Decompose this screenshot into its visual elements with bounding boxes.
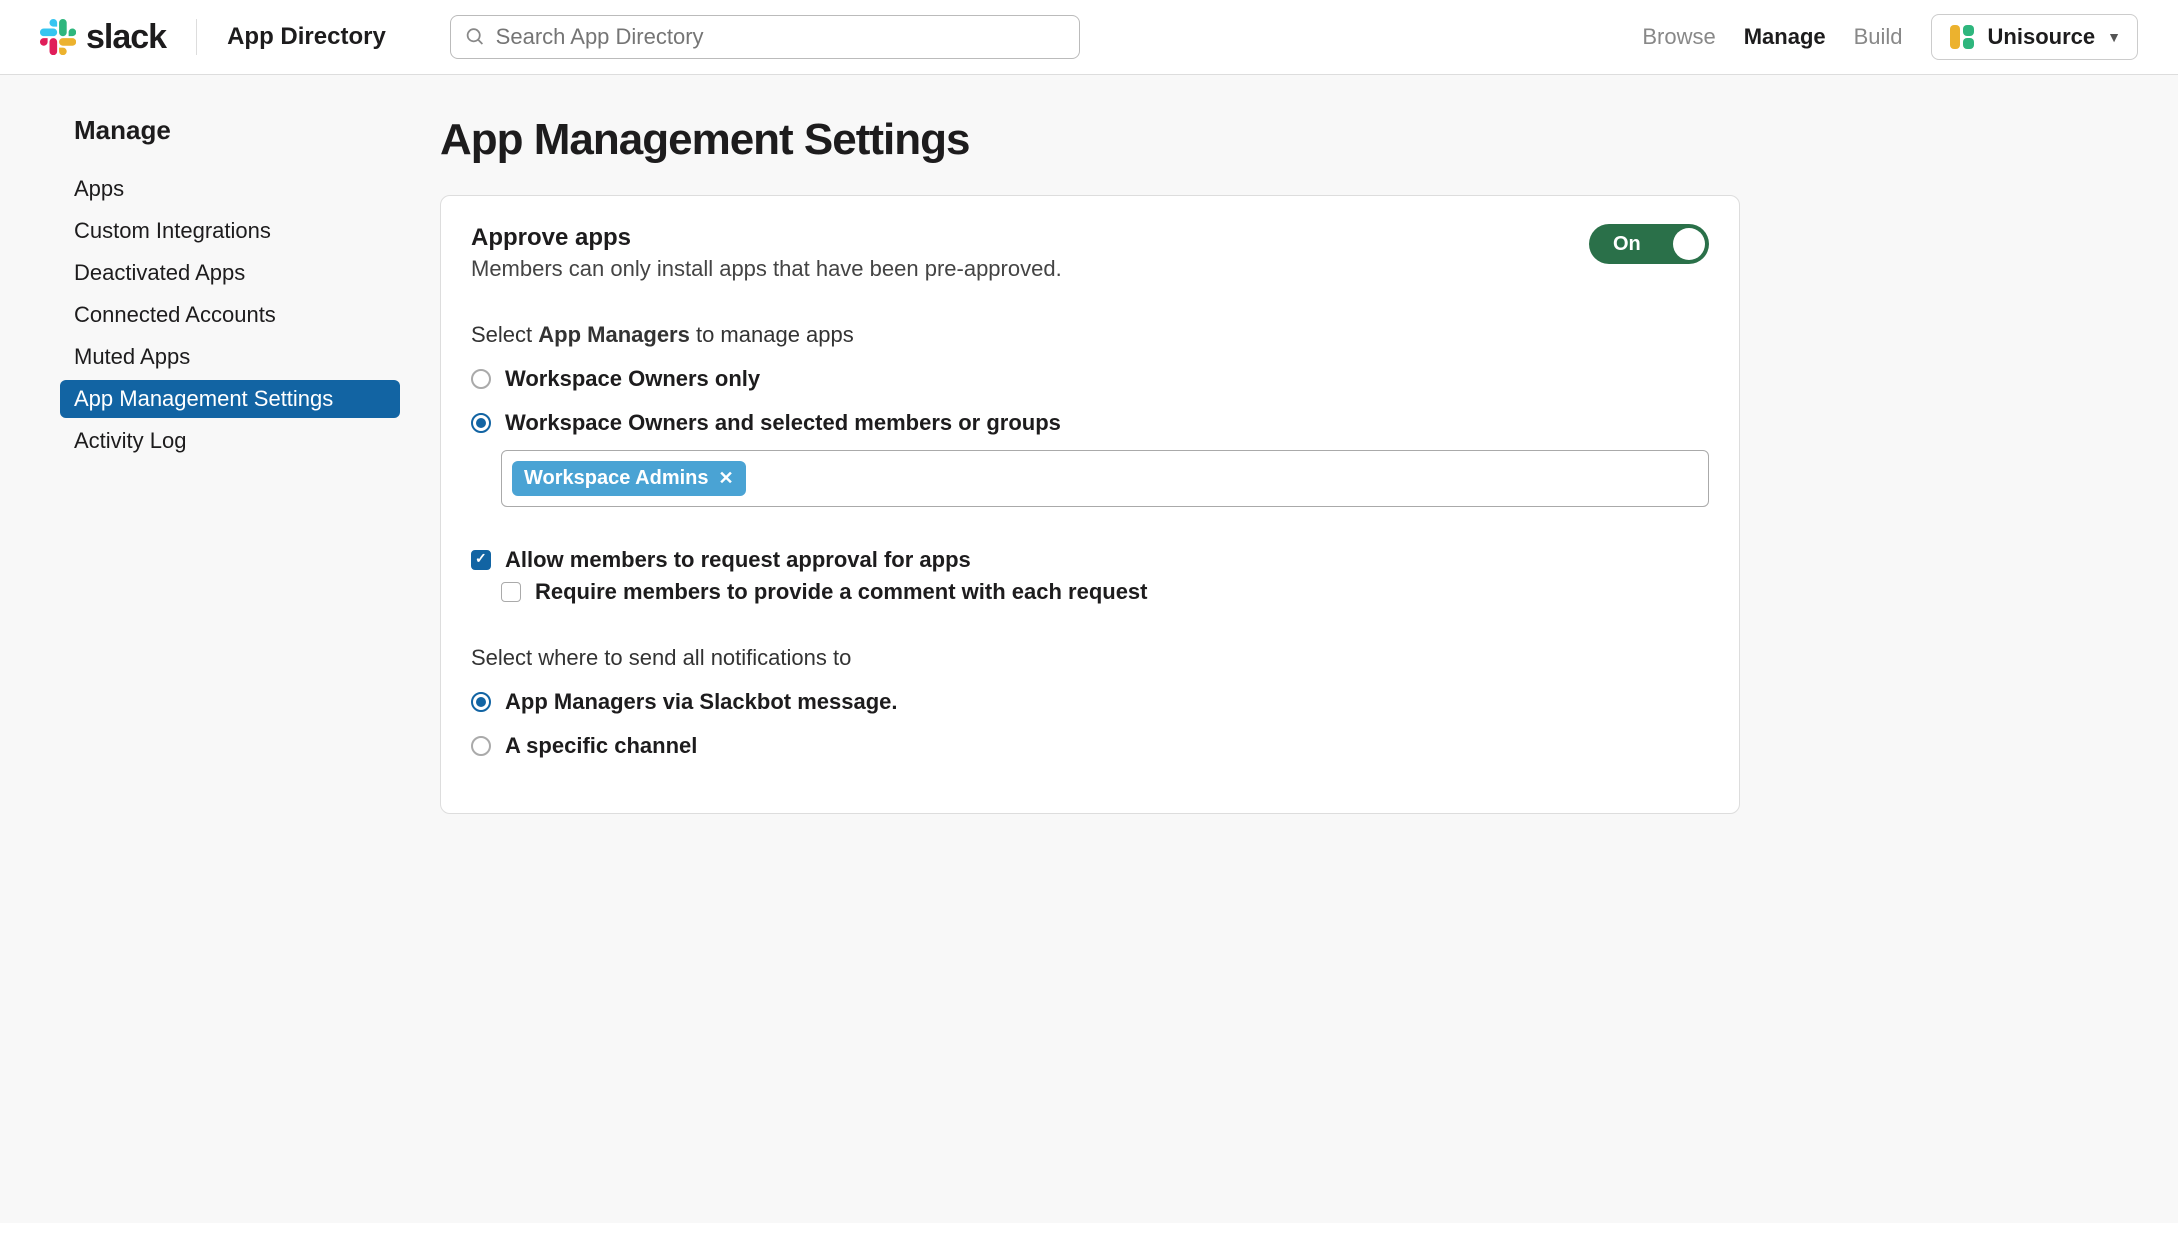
notify-label: Select where to send all notifications t…: [471, 645, 1709, 671]
radio-notify-slackbot[interactable]: App Managers via Slackbot message.: [471, 685, 1709, 719]
workspace-name: Unisource: [1988, 24, 2096, 50]
toggle-knob: [1673, 228, 1705, 260]
require-comment-label: Require members to provide a comment wit…: [535, 579, 1148, 605]
approve-toggle[interactable]: On: [1589, 224, 1709, 264]
sidebar-item-muted-apps[interactable]: Muted Apps: [60, 338, 400, 376]
page-title: App Management Settings: [440, 115, 1740, 165]
allow-request-row[interactable]: Allow members to request approval for ap…: [471, 547, 1709, 573]
app-directory-label[interactable]: App Directory: [227, 23, 386, 51]
sidebar-item-apps[interactable]: Apps: [60, 170, 400, 208]
divider: [196, 19, 197, 55]
radio-label: App Managers via Slackbot message.: [505, 689, 898, 715]
managers-label: Select App Managers to manage apps: [471, 322, 1709, 348]
sidebar-title: Manage: [60, 115, 400, 146]
radio-notify-channel[interactable]: A specific channel: [471, 729, 1709, 763]
checkbox-icon: [471, 550, 491, 570]
radio-label: A specific channel: [505, 733, 697, 759]
sidebar-item-deactivated-apps[interactable]: Deactivated Apps: [60, 254, 400, 292]
toggle-label: On: [1613, 233, 1641, 256]
allow-request-label: Allow members to request approval for ap…: [505, 547, 971, 573]
approve-apps-row: Approve apps Members can only install ap…: [471, 224, 1709, 282]
approve-heading: Approve apps: [471, 224, 1062, 252]
main-content: App Management Settings Approve apps Mem…: [440, 115, 1740, 1183]
chevron-down-icon: ▼: [2107, 29, 2121, 45]
radio-owners-only[interactable]: Workspace Owners only: [471, 362, 1709, 396]
workspace-icon: [1948, 23, 1976, 51]
slack-logo-icon: [40, 19, 76, 55]
nav-browse[interactable]: Browse: [1642, 24, 1715, 50]
slack-logo-block[interactable]: slack: [40, 18, 166, 57]
nav-build[interactable]: Build: [1854, 24, 1903, 50]
radio-label: Workspace Owners and selected members or…: [505, 410, 1061, 436]
workspace-switcher[interactable]: Unisource ▼: [1931, 14, 2138, 60]
approve-subtext: Members can only install apps that have …: [471, 256, 1062, 282]
sidebar-item-activity-log[interactable]: Activity Log: [60, 422, 400, 460]
radio-icon: [471, 369, 491, 389]
search-container: [450, 15, 1080, 59]
tag-label: Workspace Admins: [524, 467, 709, 490]
search-box[interactable]: [450, 15, 1080, 59]
radio-icon: [471, 736, 491, 756]
managers-tag-input[interactable]: Workspace Admins ✕: [501, 450, 1709, 507]
sidebar-item-connected-accounts[interactable]: Connected Accounts: [60, 296, 400, 334]
sidebar-item-custom-integrations[interactable]: Custom Integrations: [60, 212, 400, 250]
sidebar: Manage Apps Custom Integrations Deactiva…: [60, 115, 400, 1183]
close-icon[interactable]: ✕: [719, 468, 734, 489]
settings-card: Approve apps Members can only install ap…: [440, 195, 1740, 814]
require-comment-row[interactable]: Require members to provide a comment wit…: [501, 579, 1709, 605]
slack-wordmark: slack: [86, 18, 166, 57]
nav-manage[interactable]: Manage: [1744, 24, 1826, 50]
radio-icon: [471, 692, 491, 712]
header-bar: slack App Directory Browse Manage Build …: [0, 0, 2178, 75]
tag-workspace-admins: Workspace Admins ✕: [512, 461, 746, 496]
radio-label: Workspace Owners only: [505, 366, 760, 392]
radio-icon: [471, 413, 491, 433]
search-icon: [465, 26, 486, 48]
search-input[interactable]: [496, 24, 1065, 50]
radio-owners-and-selected[interactable]: Workspace Owners and selected members or…: [471, 406, 1709, 440]
checkbox-icon: [501, 582, 521, 602]
nav-links: Browse Manage Build Unisource ▼: [1642, 14, 2138, 60]
sidebar-item-app-management-settings[interactable]: App Management Settings: [60, 380, 400, 418]
